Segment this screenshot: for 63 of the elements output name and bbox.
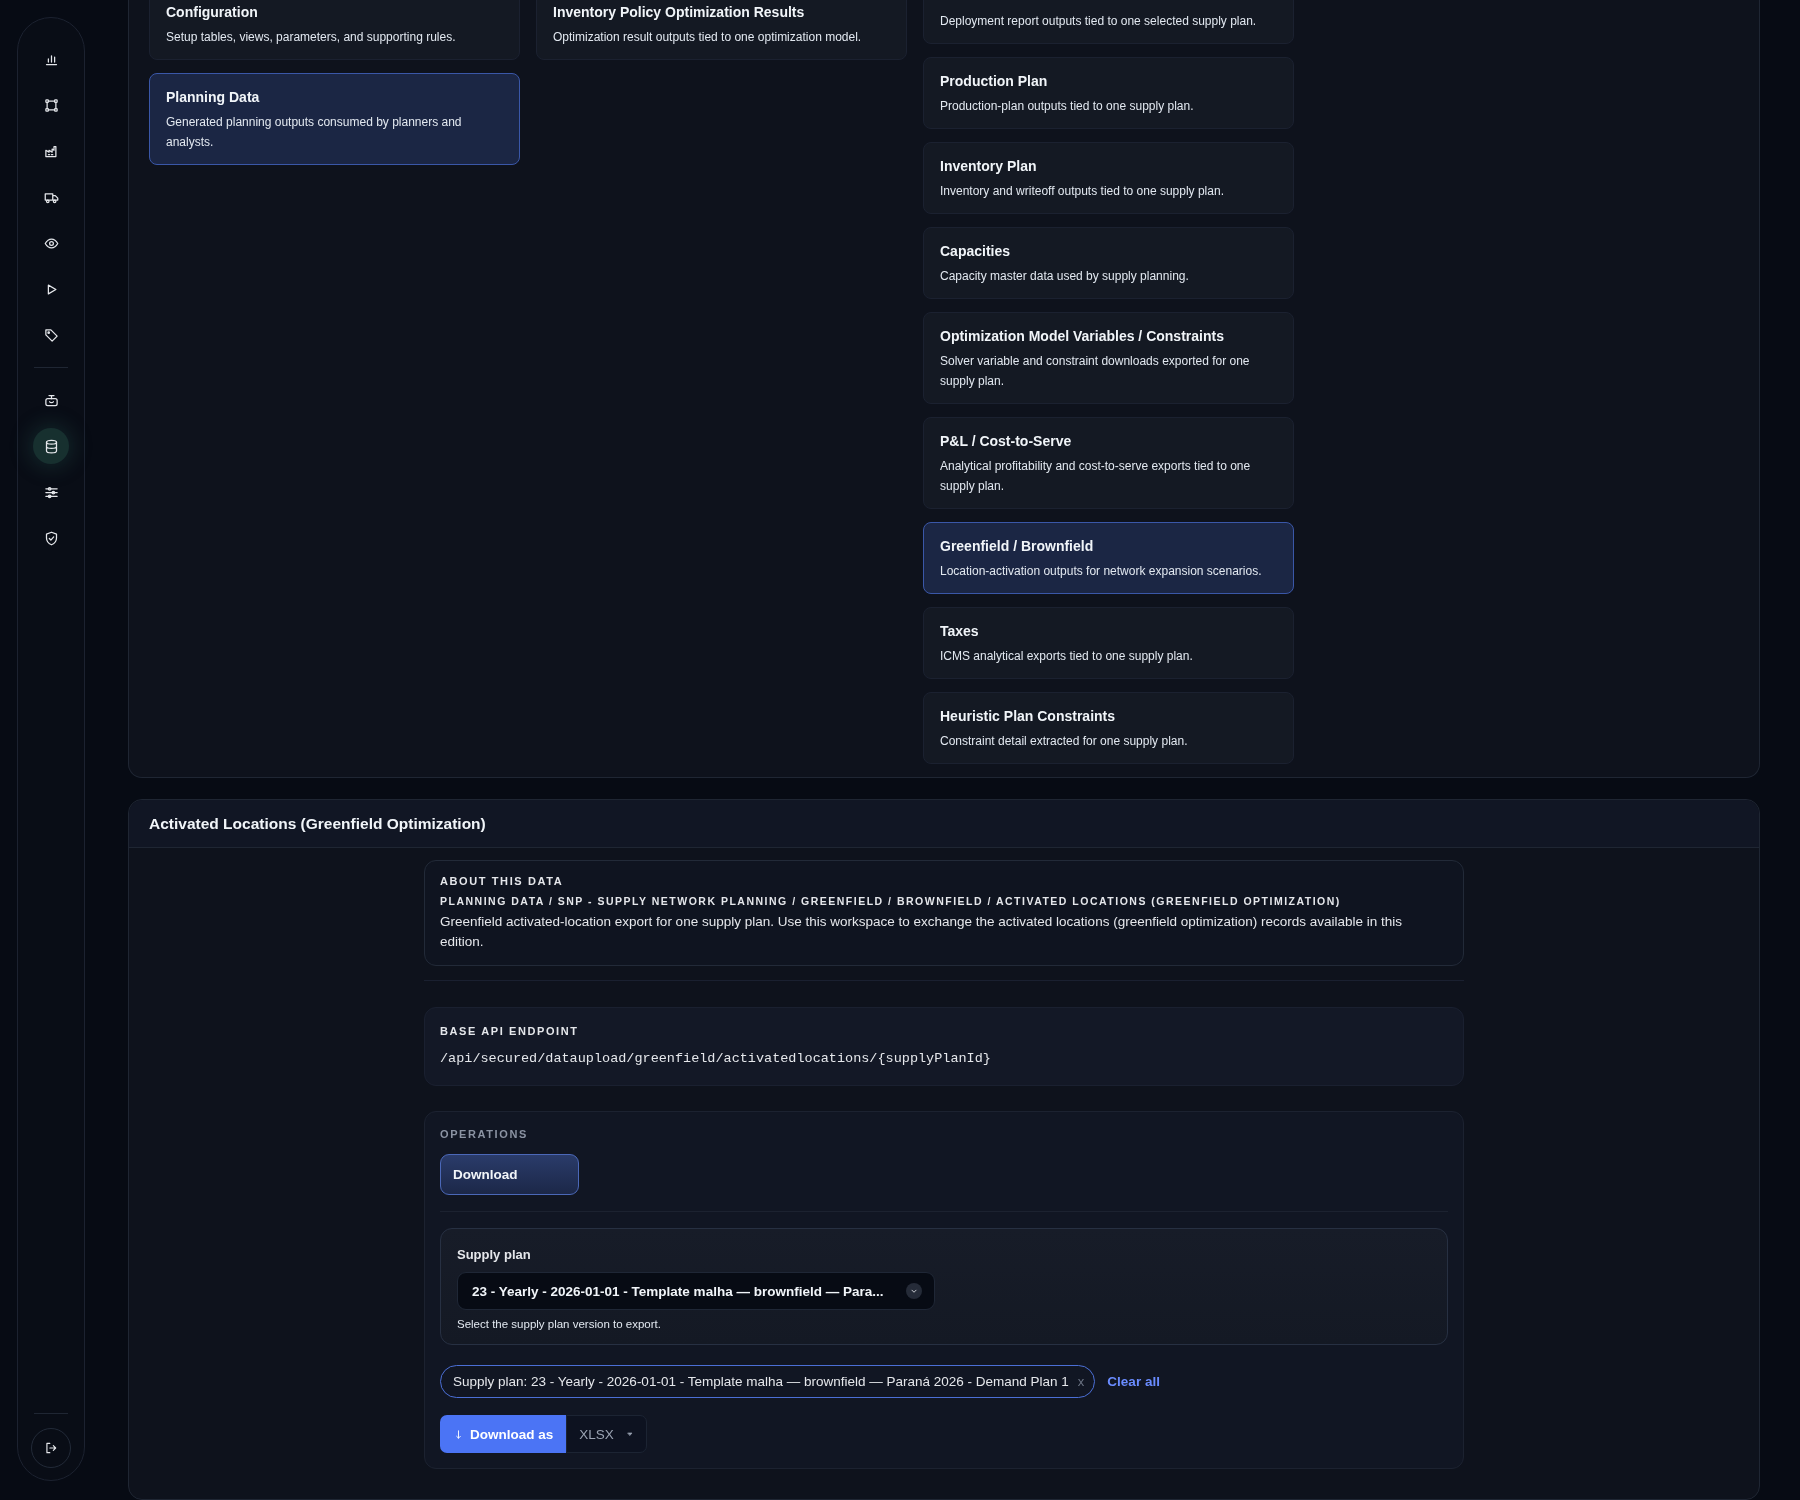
catalog-card[interactable]: Production Plan Production-plan outputs tied to one supply plan.	[923, 57, 1294, 129]
card-title: Configuration	[166, 4, 259, 20]
card-title: Inventory Plan	[940, 158, 1038, 174]
card-description: Setup tables, views, parameters, and supporting rules.	[166, 29, 457, 46]
catalog-card[interactable]: Taxes ICMS analytical exports tied to one supply plan.	[923, 607, 1294, 679]
section-label: ABOUT THIS DATA	[440, 875, 565, 887]
card-description: Constraint detail extracted for one supply plan.	[940, 733, 1189, 750]
breadcrumb-path: PLANNING DATA / SNP - SUPPLY NETWORK PLANNING / GREENFIELD / BROWNFIELD / ACTIVATED LOCATIONS (GREENFIELD OPTIMIZATION)	[440, 895, 1342, 907]
catalog-card[interactable]: P&L / Cost-to-Serve Analytical profitability and cost-to-serve exports tied to one supply plan.	[923, 417, 1294, 509]
card-description: Analytical profitability and cost-to-serve exports tied to one supply plan.	[940, 458, 1252, 495]
card-description: Generated planning outputs consumed by planners and analysts.	[166, 114, 463, 151]
caret-down-icon	[625, 1430, 634, 1438]
card-title: Heuristic Plan Constraints	[940, 708, 1117, 724]
card-description: Capacity master data used by supply planning.	[940, 268, 1190, 285]
card-title: Production Plan	[940, 73, 1049, 89]
endpoint-path: /api/secured/dataupload/greenfield/activatedlocations/{supplyPlanId}	[440, 1051, 992, 1066]
database-icon	[43, 438, 59, 454]
supply-plan-select[interactable]: 23 - Yearly - 2026-01-01 - Template malha — brownfield — Para...	[457, 1272, 935, 1310]
catalog-card[interactable]: Configuration Setup tables, views, parameters, and supporting rules.	[149, 0, 520, 60]
download-arrow-icon	[453, 1428, 464, 1440]
download-button[interactable]: Download as	[440, 1415, 567, 1453]
card-title: Capacities	[940, 243, 1012, 259]
tag-icon	[43, 327, 59, 343]
catalog-card[interactable]: Inventory Policy Optimization Results Optimization result outputs tied to one optimization model.	[536, 0, 907, 60]
section-label: BASE API ENDPOINT	[440, 1025, 580, 1037]
catalog-card[interactable]: Greenfield / Brownfield Location-activation outputs for network expansion scenarios.	[923, 522, 1294, 594]
catalog-card[interactable]: Optimization Model Variables / Constraints Solver variable and constraint downloads exported for one supply plan.	[923, 312, 1294, 404]
catalog-card[interactable]: Inventory Plan Inventory and writeoff outputs tied to one supply plan.	[923, 142, 1294, 214]
field-label: Supply plan	[457, 1247, 532, 1262]
vector-nodes-icon	[43, 97, 59, 113]
catalog-card[interactable]: Heuristic Plan Constraints Constraint detail extracted for one supply plan.	[923, 692, 1294, 764]
sidebar-nav-button[interactable]	[33, 428, 69, 464]
card-description: Location-activation outputs for network expansion scenarios.	[940, 563, 1263, 580]
shield-check-icon	[43, 530, 59, 546]
card-title: Optimization Model Variables / Constraints	[940, 328, 1225, 344]
operation-tab[interactable]: Download	[440, 1154, 579, 1195]
field-hint: Select the supply plan version to export.	[457, 1318, 662, 1330]
logout-icon	[44, 1441, 58, 1455]
factory-icon	[43, 143, 59, 159]
card-title: Taxes	[940, 623, 980, 639]
card-description: Solver variable and constraint downloads exported for one supply plan.	[940, 353, 1251, 390]
remove-filter-button[interactable]: x	[1077, 1374, 1085, 1389]
robot-icon	[43, 392, 59, 408]
clear-all-link[interactable]: Clear all	[1107, 1374, 1160, 1389]
card-description: Production-plan outputs tied to one supply plan.	[940, 98, 1195, 115]
catalog-card[interactable]: Planning Data Generated planning outputs consumed by planners and analysts.	[149, 73, 520, 165]
card-description: ICMS analytical exports tied to one supply plan.	[940, 648, 1194, 665]
sliders-icon	[43, 484, 59, 500]
chip-text: Supply plan: 23 - Yearly - 2026-01-01 - Template malha — brownfield — Paraná 2026 - Demand Plan 1	[453, 1374, 1069, 1389]
card-title: P&L / Cost-to-Serve	[940, 433, 1073, 449]
card-description: Deployment report outputs tied to one selected supply plan.	[940, 13, 1258, 30]
card-title: Greenfield / Brownfield	[940, 538, 1095, 554]
catalog-card[interactable]: Deployment report outputs tied to one selected supply plan.	[923, 0, 1294, 44]
card-title: Planning Data	[166, 89, 261, 105]
card-title: Inventory Policy Optimization Results	[553, 4, 806, 20]
format-select[interactable]: XLSX	[566, 1415, 647, 1453]
data-description: Greenfield activated-location export for one supply plan. Use this workspace to exchange the activated locations (greenfield optimization) records available in this edition.	[440, 913, 1404, 951]
catalog-card[interactable]: Capacities Capacity master data used by supply planning.	[923, 227, 1294, 299]
card-description: Inventory and writeoff outputs tied to one supply plan.	[940, 183, 1225, 200]
eye-icon	[43, 235, 59, 251]
section-label: OPERATIONS	[440, 1128, 529, 1140]
card-description: Optimization result outputs tied to one optimization model.	[553, 29, 863, 46]
panel-title: Activated Locations (Greenfield Optimization)	[149, 815, 486, 832]
